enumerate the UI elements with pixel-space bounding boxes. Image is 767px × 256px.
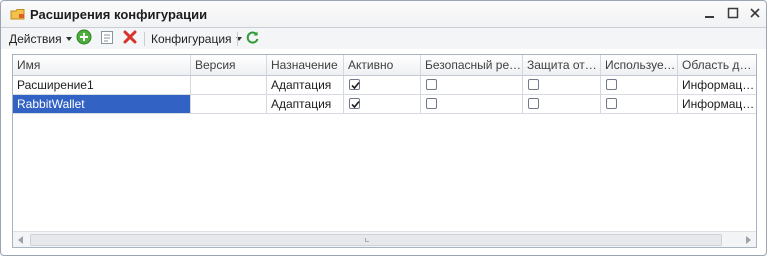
window-title: Расширения конфигурации — [30, 7, 208, 22]
cell-scope: Информаци... — [682, 78, 756, 92]
cell-version — [191, 95, 267, 113]
scroll-left-icon[interactable] — [18, 236, 23, 244]
properties-icon — [100, 30, 115, 48]
toolbar-separator — [237, 32, 238, 46]
table-header: Имя Версия Назначение Активно Безопасный… — [13, 55, 756, 76]
column-header-name[interactable]: Имя — [13, 55, 191, 75]
minimize-icon[interactable] — [703, 6, 717, 20]
cell-active — [344, 95, 421, 113]
scroll-right-icon[interactable] — [746, 236, 751, 244]
cell-protection — [523, 95, 601, 113]
delete-x-icon — [123, 30, 137, 47]
active-checkbox[interactable] — [349, 98, 360, 109]
configuration-label: Конфигурация — [151, 31, 232, 46]
toolbar-separator — [144, 32, 145, 46]
cell-scope: Информаци... — [682, 97, 756, 111]
grip-icon — [365, 238, 369, 242]
close-icon[interactable] — [748, 6, 762, 20]
actions-label: Действия — [9, 31, 62, 46]
protection-checkbox[interactable] — [528, 98, 539, 109]
toolbar: Действия Конфигурация — [1, 28, 766, 49]
column-header-safe-mode[interactable]: Безопасный реж... — [421, 55, 523, 75]
refresh-button[interactable] — [245, 30, 260, 47]
refresh-icon — [245, 30, 260, 48]
column-header-uses[interactable]: Использует... — [601, 55, 678, 75]
maximize-icon[interactable] — [726, 6, 740, 20]
folder-with-plug-icon — [10, 8, 25, 20]
scrollbar-thumb[interactable] — [30, 234, 722, 246]
column-header-version[interactable]: Версия — [191, 55, 267, 75]
delete-button[interactable] — [123, 30, 137, 47]
actions-menu-button[interactable]: Действия — [9, 30, 72, 47]
add-circle-icon — [76, 29, 92, 48]
cell-purpose: Адаптация — [267, 76, 344, 94]
column-header-purpose[interactable]: Назначение — [267, 55, 344, 75]
column-header-protection[interactable]: Защита от о... — [523, 55, 601, 75]
safe-mode-checkbox[interactable] — [426, 79, 437, 90]
uses-checkbox[interactable] — [606, 98, 617, 109]
uses-checkbox[interactable] — [606, 79, 617, 90]
add-button[interactable] — [76, 29, 92, 48]
table-row-selected[interactable]: RabbitWallet Адаптация Информаци... — [13, 95, 756, 114]
cell-protection — [523, 76, 601, 94]
horizontal-scrollbar[interactable] — [13, 231, 756, 247]
active-checkbox[interactable] — [349, 79, 360, 90]
title-bar: Расширения конфигурации — [1, 1, 766, 28]
cell-uses — [601, 95, 678, 113]
cell-purpose: Адаптация — [267, 95, 344, 113]
table-row[interactable]: Расширение1 Адаптация Информаци... — [13, 76, 756, 95]
cell-version — [191, 76, 267, 94]
column-header-scope[interactable]: Область де... — [678, 55, 756, 75]
cell-active — [344, 76, 421, 94]
protection-checkbox[interactable] — [528, 79, 539, 90]
cell-uses — [601, 76, 678, 94]
extensions-table[interactable]: Имя Версия Назначение Активно Безопасный… — [12, 54, 757, 248]
extensions-window: Расширения конфигурации Действия Конфигу… — [0, 0, 767, 256]
safe-mode-checkbox[interactable] — [426, 98, 437, 109]
cell-safe-mode — [421, 76, 523, 94]
configuration-menu-button[interactable]: Конфигурация — [151, 30, 242, 47]
column-header-active[interactable]: Активно — [344, 55, 421, 75]
cell-name: RabbitWallet — [13, 95, 191, 113]
cell-name: Расширение1 — [13, 76, 191, 94]
cell-safe-mode — [421, 95, 523, 113]
properties-button[interactable] — [100, 30, 115, 47]
chevron-down-icon — [65, 36, 72, 41]
